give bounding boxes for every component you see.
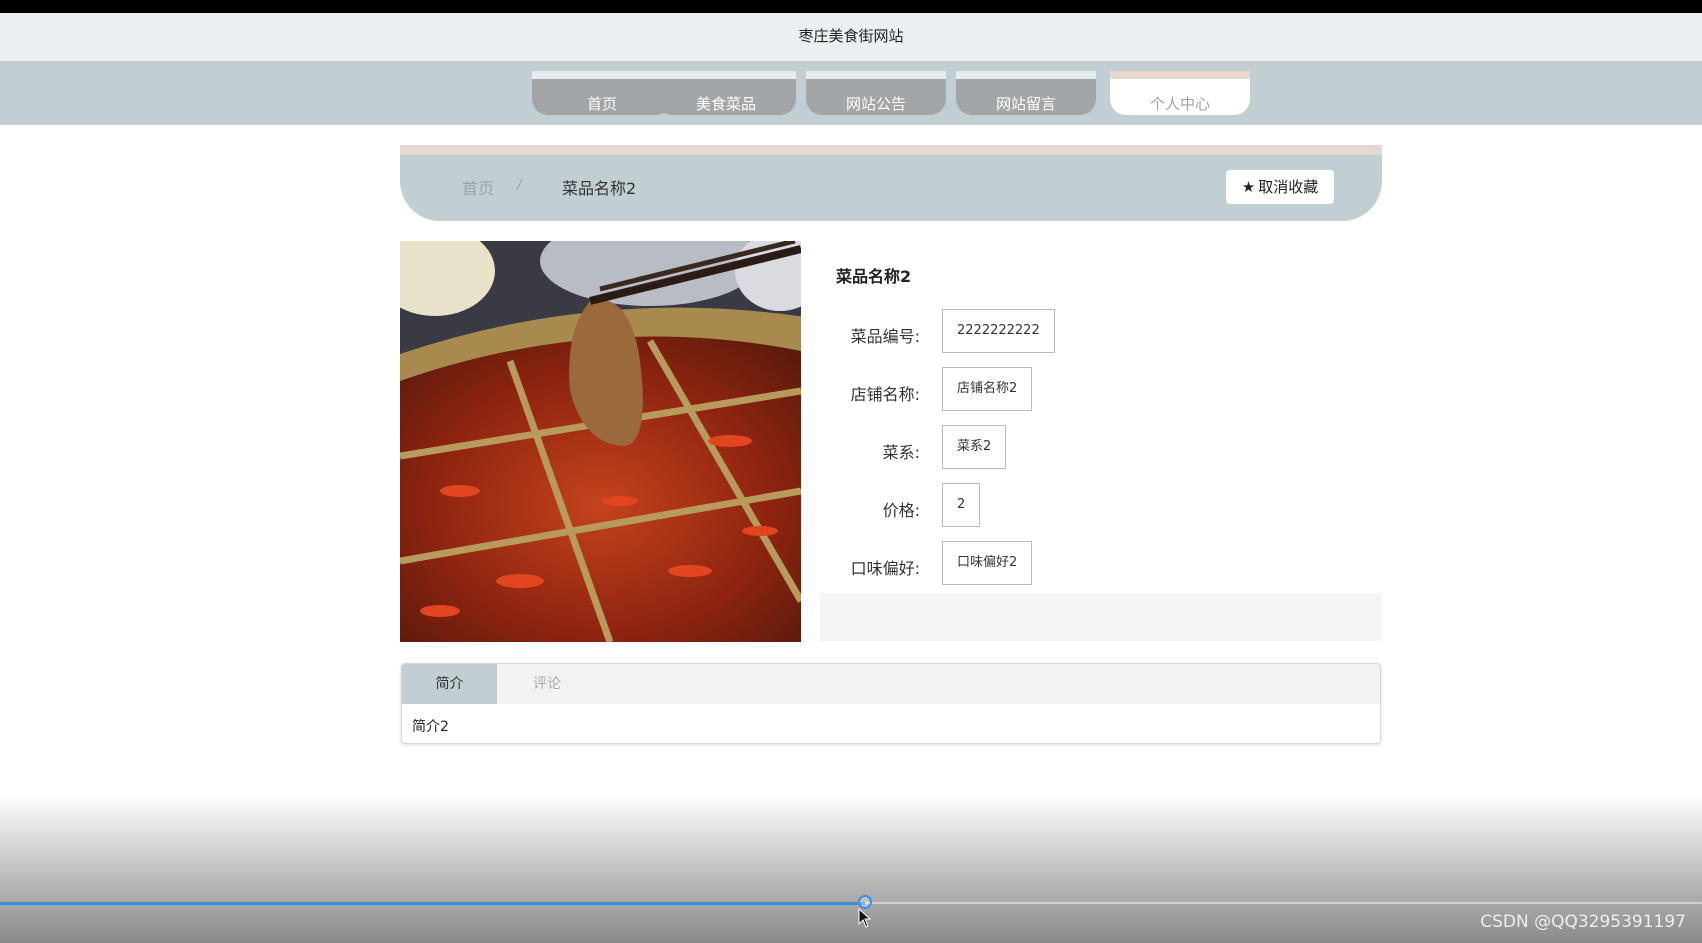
nav-item-dishes[interactable]: 美食菜品 — [656, 71, 796, 115]
shop-name-value: 店铺名称2 — [942, 367, 1033, 411]
progress-knob[interactable] — [857, 895, 872, 909]
tab-intro[interactable]: 简介 — [402, 664, 497, 704]
progress-fill — [0, 902, 865, 905]
main-nav: 首页 美食菜品 网站公告 网站留言 个人中心 — [0, 61, 1702, 125]
video-player-overlay — [0, 795, 1702, 943]
dish-code-label: 菜品编号: — [850, 327, 920, 346]
cuisine-label: 菜系: — [882, 443, 920, 462]
tab-content: 简介2 — [412, 719, 449, 735]
unfavorite-button[interactable]: ★ 取消收藏 — [1226, 170, 1334, 204]
watermark: CSDN @QQ3295391197 — [1480, 912, 1686, 932]
site-title: 枣庄美食街网站 — [798, 27, 904, 45]
dish-detail-panel: 菜品名称2 菜品编号: 2222222222 店铺名称: 店铺名称2 菜系: 菜… — [820, 241, 1382, 641]
price-value: 2 — [942, 483, 981, 527]
unfavorite-button-label: 取消收藏 — [1258, 178, 1319, 196]
mouse-cursor-icon — [858, 907, 872, 932]
price-label: 价格: — [882, 501, 920, 520]
taste-label: 口味偏好: — [850, 559, 920, 578]
detail-footer-area — [820, 593, 1382, 641]
nav-item-home[interactable]: 首页 — [532, 71, 672, 115]
breadcrumb-home-link[interactable]: 首页 — [462, 175, 494, 199]
cuisine-value: 菜系2 — [942, 425, 1007, 469]
dish-image — [400, 241, 801, 642]
nav-item-announcements[interactable]: 网站公告 — [806, 71, 946, 115]
breadcrumb-current: 菜品名称2 — [562, 179, 637, 198]
taste-value: 口味偏好2 — [942, 541, 1033, 585]
tab-header: 简介 评论 — [402, 664, 1380, 704]
breadcrumb-separator: / — [517, 177, 522, 193]
breadcrumb: 首页 / 菜品名称2 ★ 取消收藏 — [400, 155, 1382, 221]
window-top-bar — [0, 0, 1702, 13]
info-tabs: 简介 评论 简介2 — [401, 663, 1381, 744]
nav-item-messages[interactable]: 网站留言 — [956, 71, 1096, 115]
site-header: 枣庄美食街网站 — [0, 13, 1702, 61]
hotpot-photo — [400, 241, 801, 642]
breadcrumb-section: 首页 / 菜品名称2 ★ 取消收藏 — [400, 145, 1382, 221]
nav-item-personal-center[interactable]: 个人中心 — [1110, 71, 1250, 115]
dish-name: 菜品名称2 — [836, 267, 912, 286]
dish-code-value: 2222222222 — [942, 309, 1055, 353]
accent-strip — [400, 145, 1382, 155]
shop-name-label: 店铺名称: — [850, 385, 920, 404]
tab-comments[interactable]: 评论 — [497, 664, 597, 704]
star-icon: ★ — [1241, 178, 1256, 196]
